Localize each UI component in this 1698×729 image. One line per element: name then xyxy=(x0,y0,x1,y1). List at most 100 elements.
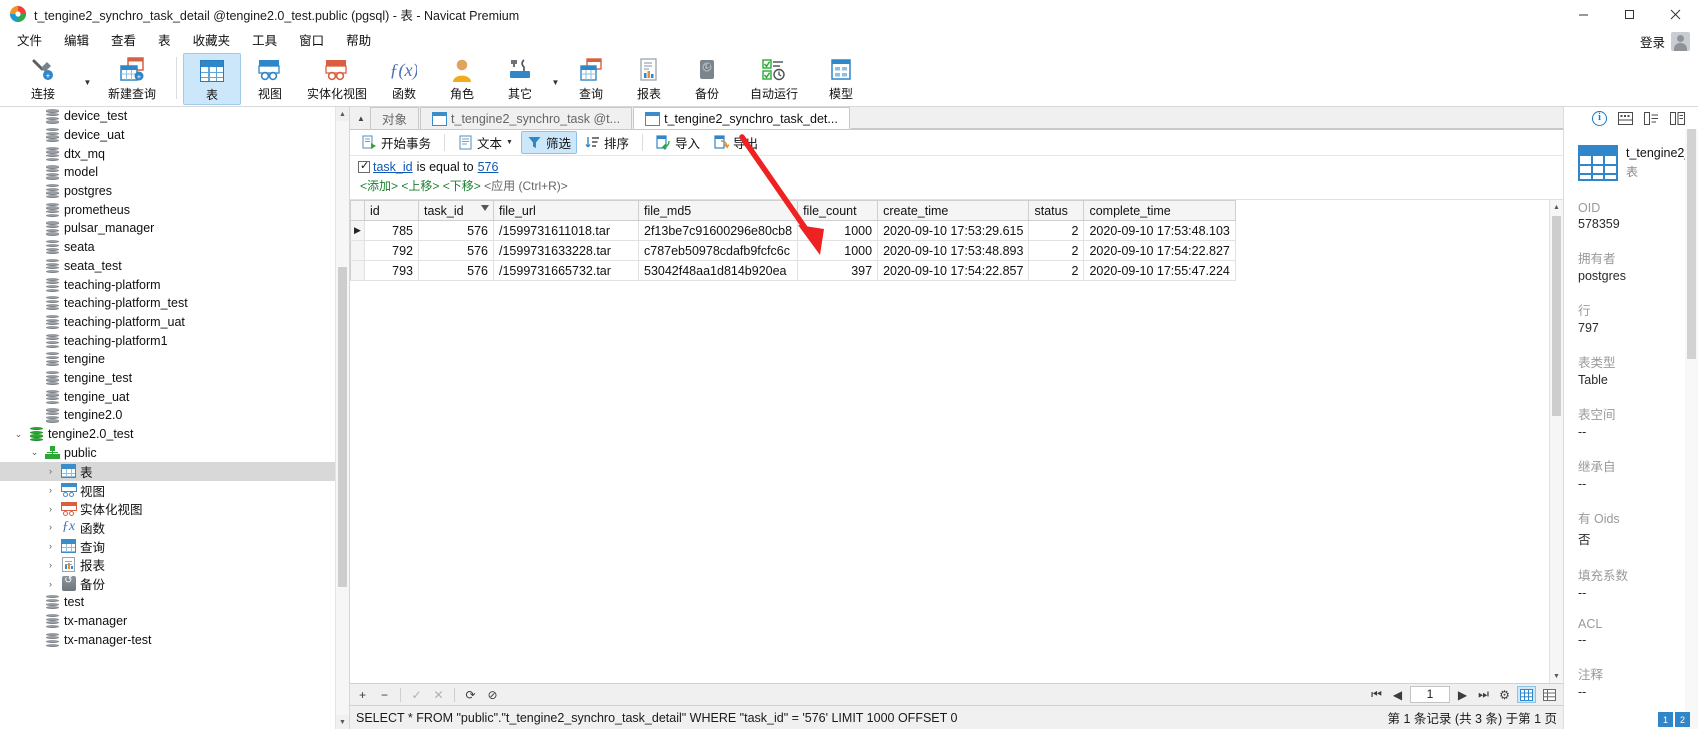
connection-dropdown-arrow-icon[interactable]: ▼ xyxy=(81,70,94,100)
info-icon[interactable]: i xyxy=(1591,110,1608,126)
toolbar-backup[interactable]: ↺ 备份 xyxy=(678,53,736,105)
tree-item--[interactable]: › 查询 xyxy=(0,537,335,556)
tree-expander-icon[interactable]: › xyxy=(42,522,59,532)
tab-synchro-task[interactable]: t_tengine2_synchro_task @t... xyxy=(420,107,633,129)
toolbar-query[interactable]: 查询 xyxy=(562,53,620,105)
tree-item-tengine-uat[interactable]: · tengine_uat xyxy=(0,387,335,406)
toolbar-new-query[interactable]: + 新建查询 xyxy=(94,53,170,105)
confirm-edit-icon[interactable]: ✓ xyxy=(408,686,425,703)
tree-item-pulsar-manager[interactable]: · pulsar_manager xyxy=(0,219,335,238)
minimize-button[interactable] xyxy=(1560,0,1606,29)
cell-file_url[interactable]: /1599731633228.tar xyxy=(493,240,639,261)
tree-expander-icon[interactable]: · xyxy=(26,242,43,252)
row-marker[interactable]: ▶ xyxy=(350,220,365,241)
cell-file_md5[interactable]: c787eb50978cdafb9fcfc6c xyxy=(638,240,799,261)
column-header-file_count[interactable]: file_count xyxy=(797,200,879,221)
toolbar-other[interactable]: 其它 xyxy=(491,53,549,105)
tree-item--[interactable]: › 视图 xyxy=(0,481,335,500)
table-row[interactable]: 793 576/1599731665732.tar 53042f48aa1d814b… xyxy=(350,260,1236,281)
toolbar-table[interactable]: 表 xyxy=(183,53,241,105)
grid-scroll-up-icon[interactable]: ▲ xyxy=(1550,200,1563,214)
tree-expander-icon[interactable]: ⌄ xyxy=(10,429,27,440)
tree-expander-icon[interactable]: · xyxy=(26,317,43,327)
cell-id[interactable]: 792 xyxy=(364,240,419,261)
cancel-edit-icon[interactable]: ✕ xyxy=(430,686,447,703)
menu-edit[interactable]: 编辑 xyxy=(53,30,100,52)
refresh-icon[interactable]: ⟳ xyxy=(462,686,479,703)
filter-field-link[interactable]: task_id xyxy=(373,160,413,174)
tree-item-tx-manager[interactable]: · tx-manager xyxy=(0,612,335,631)
data-grid-body[interactable]: ▶ 785 576/1599731611018.tar 2f13be7c9160029… xyxy=(350,220,1236,281)
tab-objects[interactable]: 对象 xyxy=(370,107,420,129)
tree-item-seata[interactable]: · seata xyxy=(0,238,335,257)
tree-item-model[interactable]: · model xyxy=(0,163,335,182)
tree-item-public[interactable]: ⌄ public xyxy=(0,443,335,462)
tree-item--[interactable]: › 实体化视图 xyxy=(0,499,335,518)
grid-view-icon[interactable] xyxy=(1517,686,1536,703)
filter-add-link[interactable]: <添加> xyxy=(360,179,398,193)
filter-enabled-checkbox[interactable] xyxy=(358,159,370,173)
other-dropdown-arrow-icon[interactable]: ▼ xyxy=(549,70,562,100)
column-header-create_time[interactable]: create_time xyxy=(877,200,1030,221)
menu-favorites[interactable]: 收藏夹 xyxy=(182,30,242,52)
cell-complete_time[interactable]: 2020-09-10 17:54:22.827 xyxy=(1083,240,1236,261)
properties-icon[interactable] xyxy=(1617,110,1634,126)
column-header-status[interactable]: status xyxy=(1028,200,1085,221)
cell-create_time[interactable]: 2020-09-10 17:53:48.893 xyxy=(877,240,1030,261)
stop-icon[interactable]: ⊘ xyxy=(484,686,501,703)
cell-task_id[interactable]: 576 xyxy=(418,260,494,281)
tree-item-seata-test[interactable]: · seata_test xyxy=(0,257,335,276)
tree-expander-icon[interactable]: › xyxy=(42,579,59,589)
menu-file[interactable]: 文件 xyxy=(6,30,53,52)
filter-operator-label[interactable]: is equal to xyxy=(417,160,474,174)
text-button[interactable]: 文本 ▼ xyxy=(452,131,519,154)
tree-item-tengine2-0-test[interactable]: ⌄ tengine2.0_test xyxy=(0,425,335,444)
cell-file_count[interactable]: 397 xyxy=(797,260,879,281)
sort-button[interactable]: 排序 xyxy=(579,131,635,154)
tree-item-prometheus[interactable]: · prometheus xyxy=(0,200,335,219)
data-grid[interactable]: id task_id file_url file_md5 file_count creat… xyxy=(350,200,1236,281)
tree-expander-icon[interactable]: · xyxy=(26,373,43,383)
toolbar-materialized-view[interactable]: 实体化视图 xyxy=(299,53,375,105)
tree-item-tengine-test[interactable]: · tengine_test xyxy=(0,369,335,388)
column-header-file_md5[interactable]: file_md5 xyxy=(638,200,799,221)
table-row[interactable]: ▶ 785 576/1599731611018.tar 2f13be7c9160029… xyxy=(350,220,1236,241)
toolbar-automation[interactable]: 自动运行 xyxy=(736,53,812,105)
table-row[interactable]: 792 576/1599731633228.tar c787eb50978cdafb… xyxy=(350,240,1236,261)
close-button[interactable] xyxy=(1652,0,1698,29)
tree-expander-icon[interactable]: · xyxy=(26,280,43,290)
grid-scroll-down-icon[interactable]: ▼ xyxy=(1550,669,1563,683)
filter-value-link[interactable]: 576 xyxy=(478,160,499,174)
tree-item-tengine2-0[interactable]: · tengine2.0 xyxy=(0,406,335,425)
form-view-icon[interactable] xyxy=(1540,686,1559,703)
sidebar-scroll-thumb[interactable] xyxy=(338,267,347,587)
login-link[interactable]: 登录 xyxy=(1640,32,1665,51)
grid-scroll-thumb[interactable] xyxy=(1552,216,1561,416)
tree-item-test[interactable]: · test xyxy=(0,593,335,612)
toolbar-report[interactable]: 报表 xyxy=(620,53,678,105)
chevron-up-icon[interactable]: ▲ xyxy=(352,107,370,129)
tree-item-device-uat[interactable]: · device_uat xyxy=(0,126,335,145)
cell-status[interactable]: 2 xyxy=(1028,220,1085,241)
filter-apply-link[interactable]: <应用 (Ctrl+R)> xyxy=(484,179,568,193)
sidebar-scroll-up-icon[interactable]: ▲ xyxy=(336,107,349,121)
begin-transaction-button[interactable]: 开始事务 xyxy=(356,131,437,154)
cell-id[interactable]: 785 xyxy=(364,220,419,241)
text-dropdown-arrow-icon[interactable]: ▼ xyxy=(506,139,513,146)
avatar[interactable] xyxy=(1671,31,1690,51)
tab-synchro-task-detail[interactable]: t_tengine2_synchro_task_det... xyxy=(633,107,850,129)
cell-complete_time[interactable]: 2020-09-10 17:53:48.103 xyxy=(1083,220,1236,241)
cell-status[interactable]: 2 xyxy=(1028,260,1085,281)
tree-expander-icon[interactable]: · xyxy=(26,635,43,645)
tree-item-teaching-platform1[interactable]: · teaching-platform1 xyxy=(0,331,335,350)
preview-icon[interactable] xyxy=(1669,110,1686,126)
tree-expander-icon[interactable]: · xyxy=(26,392,43,402)
toolbar-model[interactable]: 模型 xyxy=(812,53,870,105)
tree-expander-icon[interactable]: · xyxy=(26,336,43,346)
tree-item--[interactable]: › 备份 xyxy=(0,574,335,593)
cell-file_url[interactable]: /1599731611018.tar xyxy=(493,220,639,241)
tree-expander-icon[interactable]: · xyxy=(26,223,43,233)
tree-item-postgres[interactable]: · postgres xyxy=(0,182,335,201)
menu-help[interactable]: 帮助 xyxy=(335,30,382,52)
tree-expander-icon[interactable]: · xyxy=(26,410,43,420)
